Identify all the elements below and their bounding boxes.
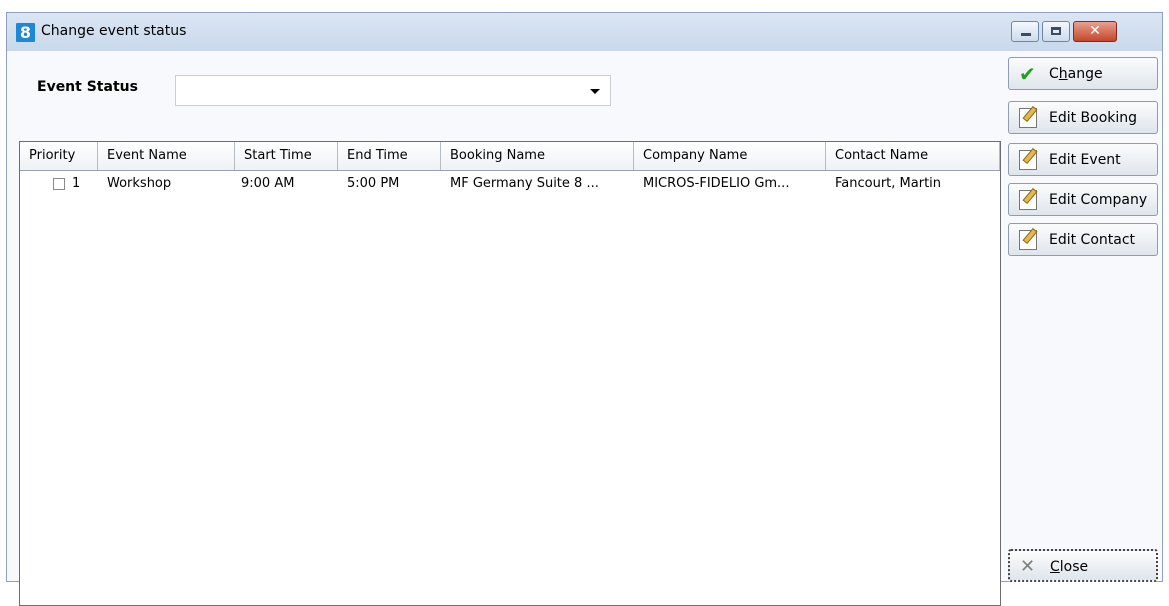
window-close-button[interactable]: ✕ bbox=[1073, 21, 1117, 42]
change-button-label: Change bbox=[1049, 66, 1103, 82]
app-icon: 8 bbox=[16, 23, 35, 42]
close-x-icon: ✕ bbox=[1089, 23, 1101, 39]
event-status-dropdown[interactable] bbox=[175, 75, 611, 106]
edit-contact-button[interactable]: Edit Contact bbox=[1008, 223, 1158, 256]
row-end-time: 5:00 PM bbox=[347, 176, 400, 191]
edit-contact-label: Edit Contact bbox=[1049, 232, 1136, 248]
edit-icon bbox=[1019, 230, 1037, 250]
change-button[interactable]: ✔ Change bbox=[1008, 57, 1158, 90]
close-button[interactable]: ✕ Close bbox=[1008, 549, 1158, 582]
edit-icon bbox=[1019, 108, 1037, 128]
row-priority: 1 bbox=[72, 176, 81, 191]
edit-booking-button[interactable]: Edit Booking bbox=[1008, 101, 1158, 134]
dropdown-arrow-icon[interactable] bbox=[590, 89, 600, 94]
close-button-label: Close bbox=[1050, 559, 1089, 575]
column-header-start-time[interactable]: Start Time bbox=[235, 142, 338, 170]
row-booking-name: MF Germany Suite 8 ... bbox=[450, 176, 599, 191]
row-event-name: Workshop bbox=[107, 176, 172, 191]
table-header: Priority Event Name Start Time End Time … bbox=[20, 142, 1000, 171]
row-checkbox[interactable] bbox=[53, 178, 65, 190]
row-company-name: MICROS-FIDELIO Gm... bbox=[643, 176, 790, 191]
table-row[interactable]: 1 Workshop 9:00 AM 5:00 PM MF Germany Su… bbox=[20, 172, 1000, 196]
maximize-icon bbox=[1051, 27, 1061, 35]
minimize-icon bbox=[1021, 33, 1031, 36]
column-header-end-time[interactable]: End Time bbox=[338, 142, 441, 170]
edit-company-button[interactable]: Edit Company bbox=[1008, 183, 1158, 216]
close-icon: ✕ bbox=[1020, 556, 1036, 577]
edit-event-label: Edit Event bbox=[1049, 152, 1121, 168]
check-icon: ✔ bbox=[1019, 62, 1036, 86]
column-header-company-name[interactable]: Company Name bbox=[634, 142, 826, 170]
events-table: Priority Event Name Start Time End Time … bbox=[19, 141, 1001, 606]
change-event-status-window: 8 Change event status ✕ Event Status Pri… bbox=[6, 12, 1163, 606]
title-bar: 8 Change event status ✕ bbox=[7, 13, 1162, 51]
window-title: Change event status bbox=[41, 23, 187, 39]
column-header-contact-name[interactable]: Contact Name bbox=[826, 142, 1000, 170]
row-contact-name: Fancourt, Martin bbox=[835, 176, 942, 191]
edit-company-label: Edit Company bbox=[1049, 192, 1148, 208]
minimize-button[interactable] bbox=[1011, 21, 1039, 42]
event-status-label: Event Status bbox=[37, 79, 138, 95]
edit-icon bbox=[1019, 190, 1037, 210]
row-start-time: 9:00 AM bbox=[241, 176, 295, 191]
edit-event-button[interactable]: Edit Event bbox=[1008, 143, 1158, 176]
client-area: Event Status Priority Event Name Start T… bbox=[7, 51, 1162, 606]
edit-icon bbox=[1019, 150, 1037, 170]
column-header-booking-name[interactable]: Booking Name bbox=[441, 142, 634, 170]
edit-booking-label: Edit Booking bbox=[1049, 110, 1138, 126]
maximize-button[interactable] bbox=[1042, 21, 1070, 42]
column-header-priority[interactable]: Priority bbox=[20, 142, 98, 170]
column-header-event-name[interactable]: Event Name bbox=[98, 142, 235, 170]
